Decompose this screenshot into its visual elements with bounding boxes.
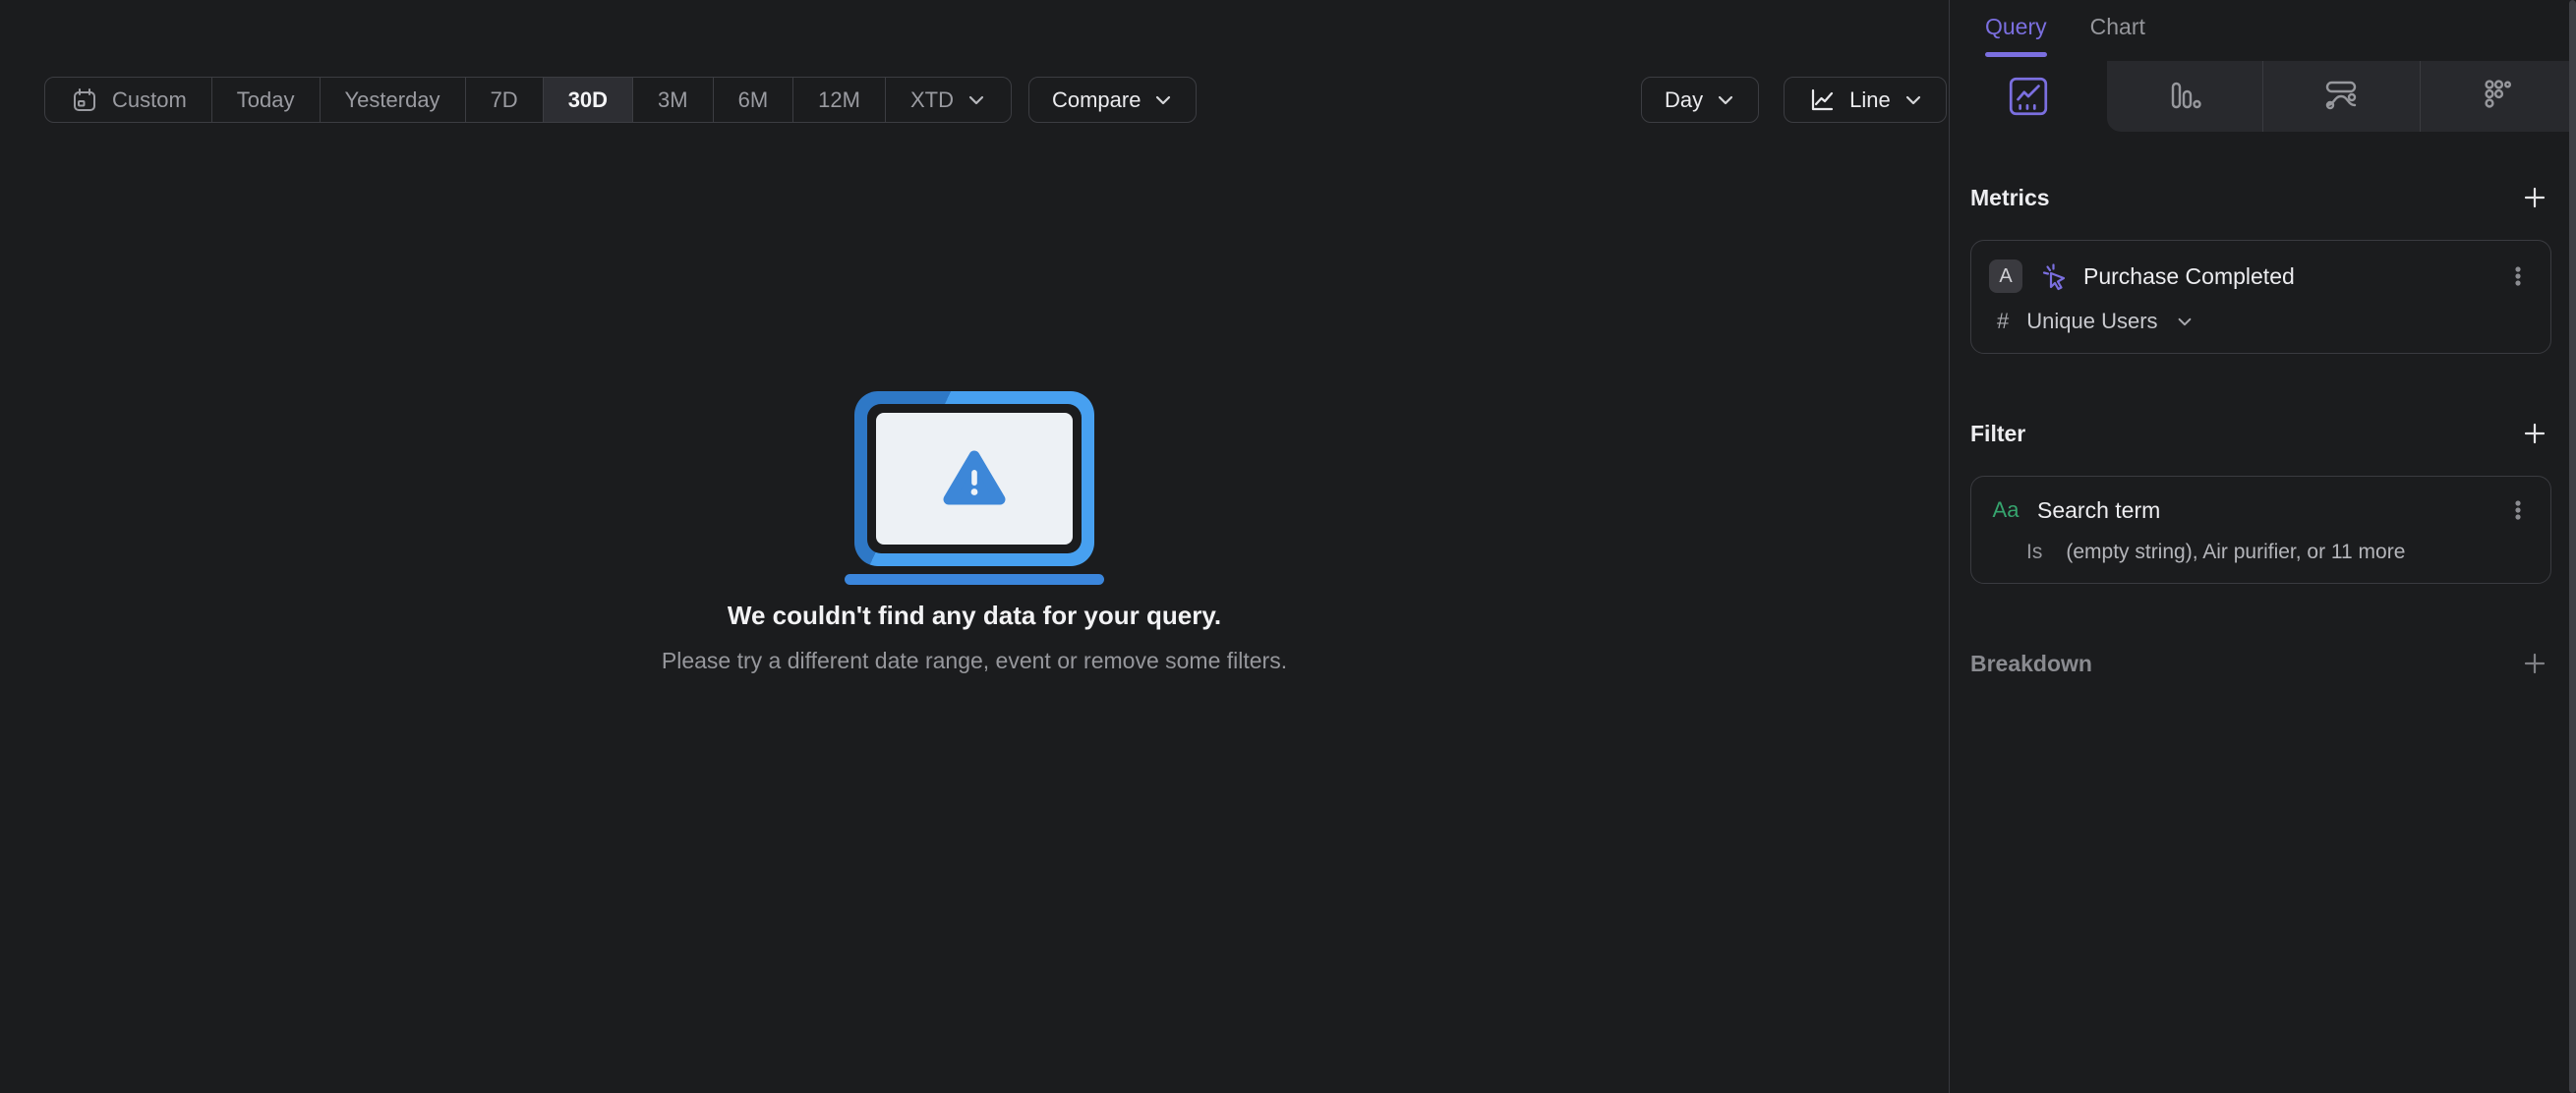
add-metric-button[interactable] — [2518, 181, 2551, 214]
aggregation-label: Unique Users — [2026, 309, 2158, 333]
tab-chart[interactable]: Chart — [2090, 14, 2145, 61]
display-toolbar: Day Line — [1641, 77, 1947, 123]
date-range-yesterday[interactable]: Yesterday — [319, 78, 465, 122]
event-cursor-icon — [2037, 260, 2069, 292]
filter-property-name[interactable]: Search term — [2037, 497, 2488, 524]
string-type-icon: Aa — [1992, 497, 2020, 522]
filter-section-title: Filter — [1970, 420, 2026, 446]
granularity-dropdown[interactable]: Day — [1641, 77, 1760, 123]
bar-chart-icon — [2163, 75, 2206, 118]
scrollbar[interactable] — [2569, 0, 2576, 1093]
chart-type-dropdown[interactable]: Line — [1784, 77, 1947, 123]
flows-icon — [2319, 75, 2363, 118]
laptop-warning-illustration — [0, 391, 1949, 585]
chart-type-insights-selected[interactable] — [1951, 61, 2107, 132]
empty-state-subtitle: Please try a different date range, event… — [661, 648, 1288, 673]
add-filter-button[interactable] — [2518, 417, 2551, 450]
filter-section: Filter Aa Search term Is (empty string),… — [1970, 417, 2551, 584]
date-range-30d-selected[interactable]: 30D — [542, 78, 633, 122]
count-symbol: # — [1997, 309, 2010, 333]
date-range-xtd[interactable]: XTD — [884, 78, 1011, 122]
sidebar-content: Metrics A Purchase Completed # Unique Us… — [1951, 181, 2576, 680]
series-badge: A — [1989, 259, 2022, 293]
metric-event-name[interactable]: Purchase Completed — [2083, 263, 2488, 290]
date-range-toolbar: Custom Today Yesterday 7D 30D 3M 6M 12M … — [44, 77, 1198, 123]
filter-operator: Is — [2026, 541, 2043, 563]
metrics-section: Metrics A Purchase Completed # Unique Us… — [1970, 181, 2551, 354]
query-builder-sidebar: Query Chart Metrics A Purchase Completed… — [1951, 0, 2576, 1093]
filter-values-row[interactable]: Is (empty string), Air purifier, or 11 m… — [1989, 541, 2533, 564]
date-range-6m[interactable]: 6M — [712, 78, 793, 122]
date-range-segmented-control: Custom Today Yesterday 7D 30D 3M 6M 12M … — [44, 77, 1012, 123]
retention-dots-icon — [2477, 75, 2520, 118]
chevron-down-icon — [1903, 93, 1923, 107]
chart-type-flows[interactable] — [2262, 61, 2420, 132]
empty-state-title: We couldn't find any data for your query… — [727, 601, 1222, 630]
date-range-custom[interactable]: Custom — [45, 78, 211, 122]
chevron-down-icon — [2176, 316, 2194, 328]
breakdown-section-title: Breakdown — [1970, 650, 2092, 676]
chart-type-retention[interactable] — [2419, 61, 2576, 132]
chevron-down-icon — [1153, 93, 1173, 107]
filter-card[interactable]: Aa Search term Is (empty string), Air pu… — [1970, 476, 2551, 584]
date-range-3m[interactable]: 3M — [632, 78, 713, 122]
empty-state: We couldn't find any data for your query… — [0, 391, 1949, 674]
chart-type-bar[interactable] — [2106, 61, 2262, 132]
tab-query[interactable]: Query — [1985, 14, 2047, 61]
metrics-section-title: Metrics — [1970, 184, 2050, 210]
warning-triangle-icon — [941, 448, 1008, 509]
compare-button[interactable]: Compare — [1027, 77, 1198, 123]
date-range-12m[interactable]: 12M — [792, 78, 885, 122]
insights-line-icon — [2006, 74, 2051, 119]
kebab-menu-icon[interactable] — [2503, 261, 2533, 291]
line-chart-icon — [1807, 86, 1837, 115]
kebab-menu-icon[interactable] — [2503, 495, 2533, 525]
calendar-icon — [70, 86, 99, 115]
add-breakdown-button[interactable] — [2518, 647, 2551, 680]
date-range-7d[interactable]: 7D — [464, 78, 543, 122]
date-range-label: Custom — [112, 86, 187, 112]
breakdown-section: Breakdown — [1970, 647, 2551, 680]
query-canvas: Custom Today Yesterday 7D 30D 3M 6M 12M … — [0, 0, 1950, 1093]
metric-aggregation-dropdown[interactable]: # Unique Users — [1989, 309, 2533, 334]
filter-values-summary: (empty string), Air purifier, or 11 more — [2066, 541, 2406, 563]
date-range-today[interactable]: Today — [210, 78, 320, 122]
sidebar-tab-bar: Query Chart — [1951, 0, 2576, 61]
metric-card[interactable]: A Purchase Completed # Unique Users — [1970, 240, 2551, 354]
chevron-down-icon — [966, 93, 986, 107]
chart-type-strip — [1951, 61, 2576, 132]
chevron-down-icon — [1716, 93, 1735, 107]
